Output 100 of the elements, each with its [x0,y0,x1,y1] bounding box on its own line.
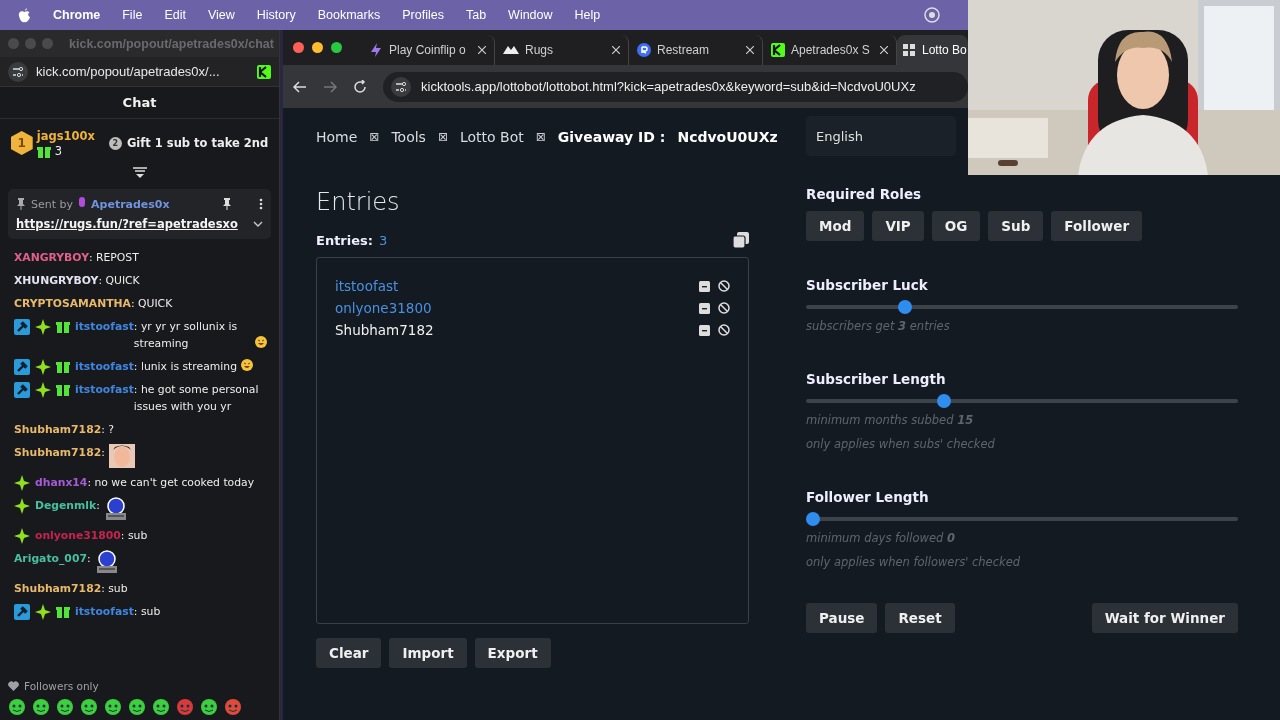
ban-icon[interactable] [718,280,730,292]
menu-item[interactable]: Edit [164,8,186,22]
wait-for-winner-button[interactable]: Wait for Winner [1091,603,1238,633]
slider-thumb[interactable] [898,300,913,314]
chat-username[interactable]: itstoofast [75,318,134,335]
sparkle-icon [14,498,30,514]
chat-username[interactable]: itstoofast [75,603,134,620]
action-button[interactable]: Reset [885,603,955,633]
emote-icon[interactable] [8,698,26,716]
ban-icon[interactable] [718,324,730,336]
menu-item[interactable]: View [207,8,235,22]
emote-icon[interactable] [104,698,122,716]
breadcrumb-link[interactable]: Tools [391,129,426,145]
menu-item[interactable]: Chrome [53,8,101,22]
menu-item[interactable]: File [122,8,143,22]
chat-username[interactable]: Arigato_007 [14,550,87,567]
back-icon[interactable] [293,80,307,93]
menu-item[interactable]: Tab [465,8,487,22]
zoom-button[interactable] [331,42,342,53]
chat-username[interactable]: itstoofast [75,381,134,398]
close-icon[interactable] [478,46,486,54]
pinned-label: Sent by [31,197,74,211]
address-bar[interactable]: kicktools.app/lottobot/lottobot.html?kick=apetrades0x&keyword=sub&id=NcdvoU0UXz [383,71,968,102]
emote-icon[interactable] [176,698,194,716]
menu-item[interactable]: Window [508,8,553,22]
close-icon[interactable] [880,46,888,54]
role-toggle[interactable]: VIP [872,211,924,241]
chat-message: : REPOST [88,250,139,266]
apple-icon[interactable] [18,7,31,23]
close-icon[interactable] [612,46,620,54]
giveaway-label: Giveaway ID : [557,129,666,145]
minimize-button[interactable] [312,42,323,53]
hammer-icon [14,604,30,620]
chat-message: : [96,498,100,514]
chat-message: : he got some personal issues with you yr [133,382,260,415]
role-toggle[interactable]: Follower [1051,211,1143,241]
robot-emote-icon [94,550,119,574]
chat-message: : yr yr yr sollunix is streaming [133,319,239,352]
breadcrumb-link[interactable]: Home [316,129,358,145]
chat-username[interactable]: XANGRYBOY [14,249,89,266]
action-button[interactable]: Clear [316,638,382,668]
remove-icon[interactable] [699,302,710,314]
chevron-down-icon[interactable] [253,221,263,227]
role-toggle[interactable]: OG [931,211,981,241]
gift-icon [56,319,70,333]
giveaway-id: NcdvoU0UXz [677,129,778,145]
menu-item[interactable]: History [256,8,296,22]
collapse-icon[interactable] [132,167,147,179]
emote-icon[interactable] [128,698,146,716]
close-icon[interactable] [746,46,754,54]
breadcrumb-separator: ⊠ [535,130,546,144]
slider-thumb[interactable] [806,512,820,526]
helper-text: only applies when followers' checked [806,555,1022,569]
copy-icon[interactable] [733,231,749,248]
slider-thumb[interactable] [937,394,952,408]
chat-username[interactable]: CRYPTOSAMANTHA [14,295,131,312]
action-button[interactable]: Pause [806,603,878,633]
entry-name: itstoofast [335,278,399,294]
unpin-icon[interactable] [222,198,232,210]
emote-icon[interactable] [56,698,74,716]
pinned-link[interactable]: https://rugs.fun/?ref=apetradesxo [16,217,238,231]
status-icon[interactable] [924,7,940,23]
helper-text: subscribers get 3 entries [806,319,951,333]
hammer-icon [14,359,30,375]
browser-tab[interactable]: Lotto Bo [897,35,968,65]
menu-item[interactable]: Profiles [402,8,444,22]
role-toggle[interactable]: Sub [988,211,1044,241]
breadcrumb-link[interactable]: Lotto Bot [459,129,524,145]
role-toggle[interactable]: Mod [806,211,865,241]
gift-prompt: Gift 1 sub to take 2nd [126,136,269,150]
more-icon[interactable] [259,198,263,210]
kick-icon [257,64,271,79]
grid-icon [902,43,916,57]
slider-title: Subscriber Luck [806,277,929,293]
menu-item[interactable]: Help [574,8,601,22]
site-settings-icon[interactable] [391,76,411,97]
site-settings-icon[interactable] [8,61,28,82]
chat-username[interactable]: itstoofast [75,358,134,375]
chat-message: : sub [101,581,128,597]
sparkle-icon [14,475,30,491]
action-button[interactable]: Export [474,638,551,668]
forward-icon[interactable] [323,80,337,93]
action-button[interactable]: Import [389,638,467,668]
ban-icon[interactable] [718,302,730,314]
remove-icon[interactable] [699,324,710,336]
breadcrumb-separator: ⊠ [369,130,380,144]
emote-icon[interactable] [32,698,50,716]
emote-icon[interactable] [152,698,170,716]
window-title: kick.com/popout/apetrades0x/chat [69,36,274,51]
chat-message: : [101,445,105,461]
emote-icon[interactable] [224,698,242,716]
remove-icon[interactable] [699,280,710,292]
chat-mode-label: Followers only [24,680,99,692]
menu-item[interactable]: Bookmarks [317,8,381,22]
pin-icon [16,198,26,210]
emote-icon[interactable] [200,698,218,716]
reload-icon[interactable] [353,79,367,94]
language-select[interactable]: English [806,116,956,156]
close-button[interactable] [293,42,304,53]
emote-icon[interactable] [80,698,98,716]
